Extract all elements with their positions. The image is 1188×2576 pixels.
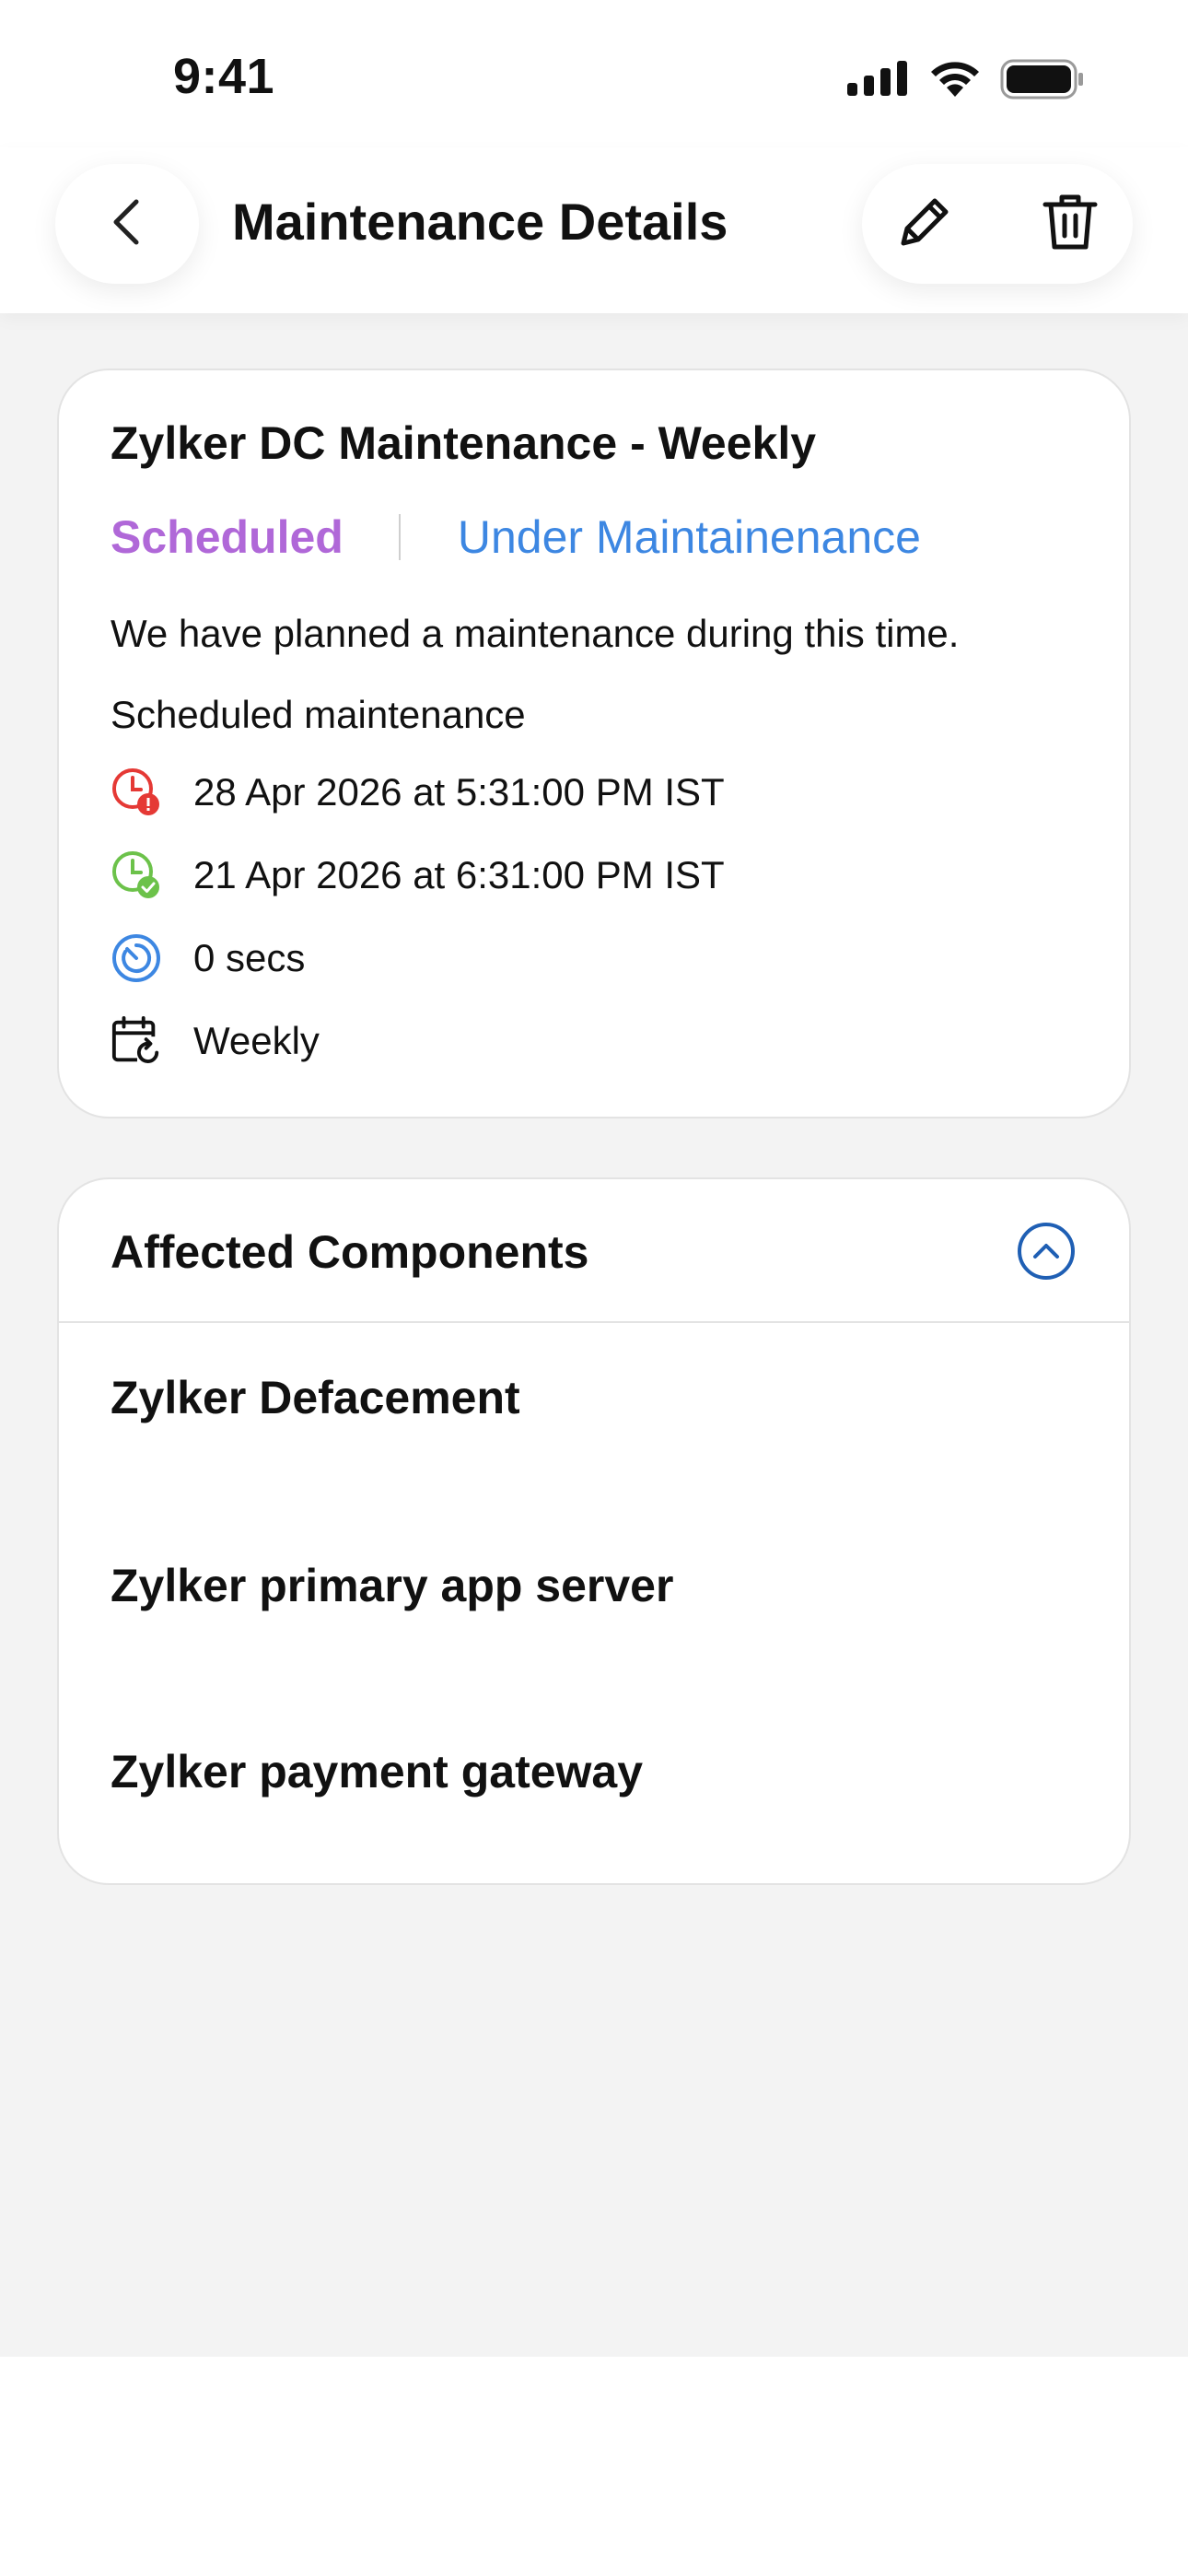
status-row: Scheduled Under Maintainenance xyxy=(111,510,921,564)
status-secondary: Under Maintainenance xyxy=(457,511,921,563)
page-title: Maintenance Details xyxy=(232,193,728,251)
end-time-row: 28 Apr 2026 at 5:31:00 PM IST xyxy=(111,765,725,820)
timer-icon xyxy=(111,932,162,984)
component-item: Zylker payment gateway xyxy=(111,1746,644,1797)
maintenance-card: Zylker DC Maintenance - Weekly Scheduled… xyxy=(57,369,1131,1118)
recurrence-row: Weekly xyxy=(111,1013,320,1069)
pencil-icon xyxy=(894,192,955,257)
maintenance-title: Zylker DC Maintenance - Weekly xyxy=(111,417,817,469)
calendar-repeat-icon xyxy=(111,1015,162,1067)
component-item: Zylker primary app server xyxy=(111,1560,674,1611)
content-area: Zylker DC Maintenance - Weekly Scheduled… xyxy=(0,313,1188,2357)
trash-icon xyxy=(1042,192,1099,257)
status-badge: Scheduled xyxy=(111,511,344,563)
components-title: Affected Components xyxy=(111,1226,589,1278)
chevron-left-icon xyxy=(109,198,146,251)
component-item: Zylker Defacement xyxy=(111,1372,520,1423)
maintenance-description: We have planned a maintenance during thi… xyxy=(111,612,960,655)
recurrence-text: Weekly xyxy=(193,1019,320,1062)
status-divider xyxy=(398,514,401,560)
clock-check-icon xyxy=(111,849,162,901)
components-header[interactable]: Affected Components xyxy=(59,1179,1129,1323)
duration-row: 0 secs xyxy=(111,931,305,986)
affected-components-card: Affected Components Zylker Defacement Zy… xyxy=(57,1177,1131,1885)
duration-text: 0 secs xyxy=(193,936,306,979)
end-time-text: 28 Apr 2026 at 5:31:00 PM IST xyxy=(193,770,725,814)
chevron-up-circle-icon xyxy=(1017,1222,1076,1285)
start-time-text: 21 Apr 2026 at 6:31:00 PM IST xyxy=(193,853,725,896)
status-bar: 9:41 xyxy=(0,0,1188,147)
maintenance-type: Scheduled maintenance xyxy=(111,693,526,736)
status-icons xyxy=(847,59,1085,104)
wifi-icon xyxy=(928,60,982,103)
edit-button[interactable] xyxy=(888,187,961,261)
start-time-row: 21 Apr 2026 at 6:31:00 PM IST xyxy=(111,848,725,903)
back-button[interactable] xyxy=(55,164,199,284)
header-actions xyxy=(862,164,1133,284)
clock-alert-icon xyxy=(111,767,162,818)
home-indicator-area xyxy=(0,2357,1188,2576)
battery-icon xyxy=(1000,59,1085,104)
header: Maintenance Details xyxy=(0,147,1188,313)
signal-icon xyxy=(847,61,910,102)
delete-button[interactable] xyxy=(1033,187,1107,261)
collapse-button[interactable] xyxy=(1017,1222,1076,1285)
screen: 9:41 Maintenance Details Zylker DC Maint… xyxy=(0,0,1188,2576)
status-time: 9:41 xyxy=(173,49,275,104)
